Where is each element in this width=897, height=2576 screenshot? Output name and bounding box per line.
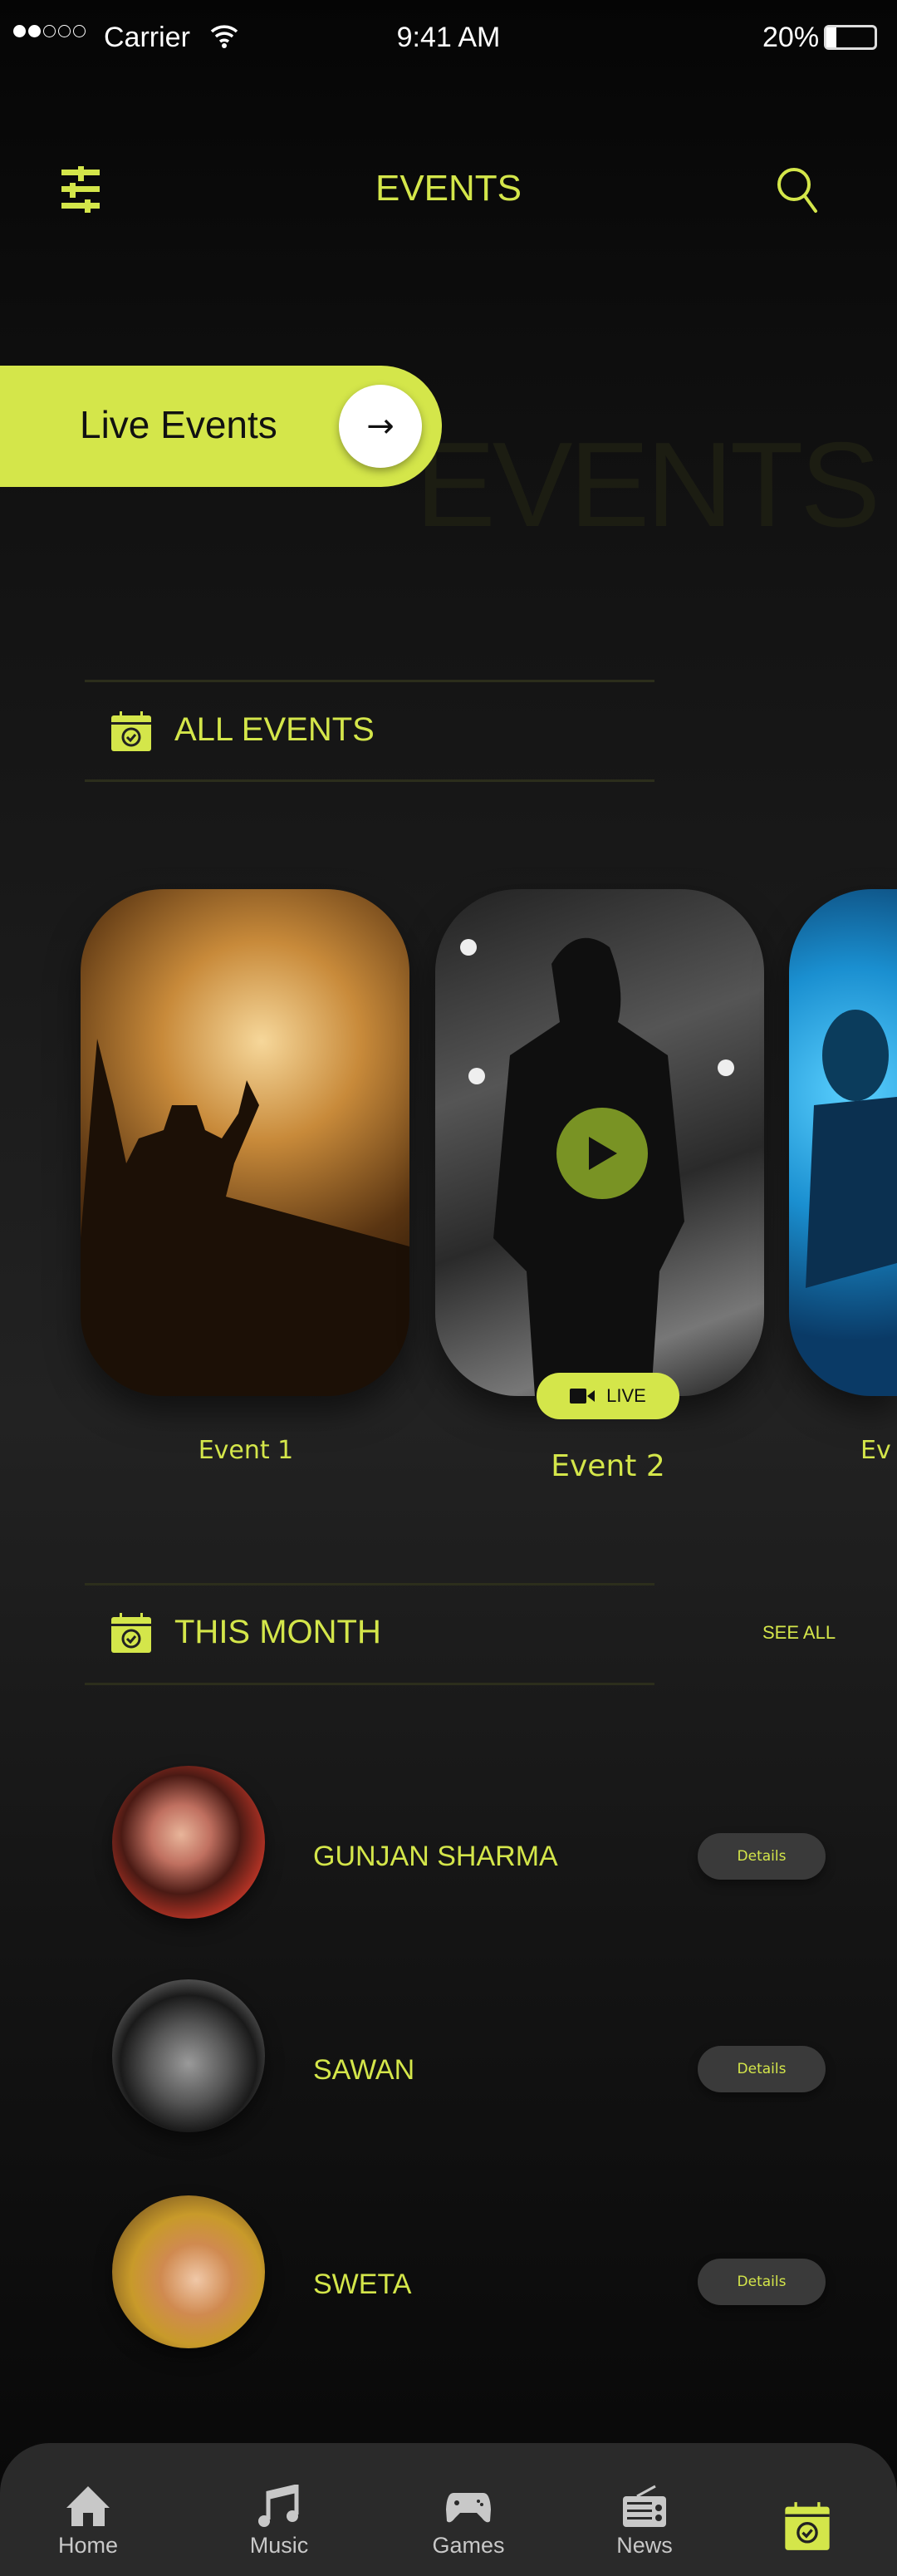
live-events-label: Live Events [80, 403, 277, 446]
play-button[interactable] [556, 1108, 648, 1199]
event-3-label[interactable]: Ev [860, 1436, 891, 1465]
nav-music[interactable]: Music [217, 2443, 341, 2576]
all-events-title: ALL EVENTS [174, 711, 375, 748]
calendar-check-icon [111, 1613, 151, 1653]
concert-crowd-image [81, 1039, 409, 1396]
blue-concert-image [806, 1010, 897, 1288]
this-month-title: THIS MONTH [174, 1614, 381, 1650]
arrow-right-icon[interactable]: → [339, 385, 422, 468]
divider [85, 1583, 654, 1585]
event-2-label[interactable]: Event 2 [525, 1449, 691, 1483]
details-button[interactable]: Details [698, 2259, 826, 2305]
nav-label: Music [249, 2533, 309, 2558]
divider [85, 680, 654, 682]
nav-news[interactable]: News [582, 2443, 707, 2576]
battery-percent: 20% [762, 22, 820, 53]
gamepad-icon [446, 2493, 491, 2523]
page-title: EVENTS [375, 168, 522, 209]
background-text: EVENTS [415, 417, 880, 552]
divider [85, 779, 654, 782]
status-bar: Carrier 9:41 AM 20% [0, 0, 897, 75]
live-events-button[interactable]: Live Events → [0, 366, 442, 487]
avatar-sawan[interactable] [112, 1979, 265, 2132]
search-icon[interactable] [776, 166, 819, 214]
event-card-3[interactable] [789, 889, 897, 1396]
video-camera-icon [570, 1389, 596, 1404]
live-label: LIVE [606, 1385, 646, 1406]
nav-events[interactable] [745, 2443, 870, 2576]
live-badge: LIVE [537, 1373, 679, 1419]
calendar-check-icon [785, 2502, 830, 2550]
nav-label: Home [57, 2533, 119, 2558]
calendar-check-icon [111, 711, 151, 751]
event-card-1[interactable] [81, 889, 409, 1396]
bottom-nav: Home Music Games News [0, 2443, 897, 2576]
details-button[interactable]: Details [698, 1833, 826, 1880]
play-icon [589, 1137, 617, 1170]
battery-icon [824, 25, 877, 50]
details-button[interactable]: Details [698, 2046, 826, 2092]
nav-label: News [616, 2533, 673, 2558]
list-item-name: GUNJAN SHARMA [313, 1841, 558, 1872]
list-item-name: SAWAN [313, 2054, 415, 2086]
nav-games[interactable]: Games [406, 2443, 531, 2576]
list-item-name: SWETA [313, 2269, 412, 2300]
nav-home[interactable]: Home [26, 2443, 150, 2576]
radio-icon [623, 2485, 666, 2527]
nav-label: Games [432, 2533, 505, 2558]
avatar-sweta[interactable] [112, 2195, 265, 2348]
event-1-label[interactable]: Event 1 [163, 1436, 329, 1465]
divider [85, 1683, 654, 1685]
home-icon [66, 2486, 110, 2526]
avatar-gunjan-sharma[interactable] [112, 1766, 265, 1919]
music-icon [258, 2485, 299, 2527]
event-card-2[interactable] [435, 889, 764, 1396]
see-all-link[interactable]: SEE ALL [762, 1622, 836, 1644]
